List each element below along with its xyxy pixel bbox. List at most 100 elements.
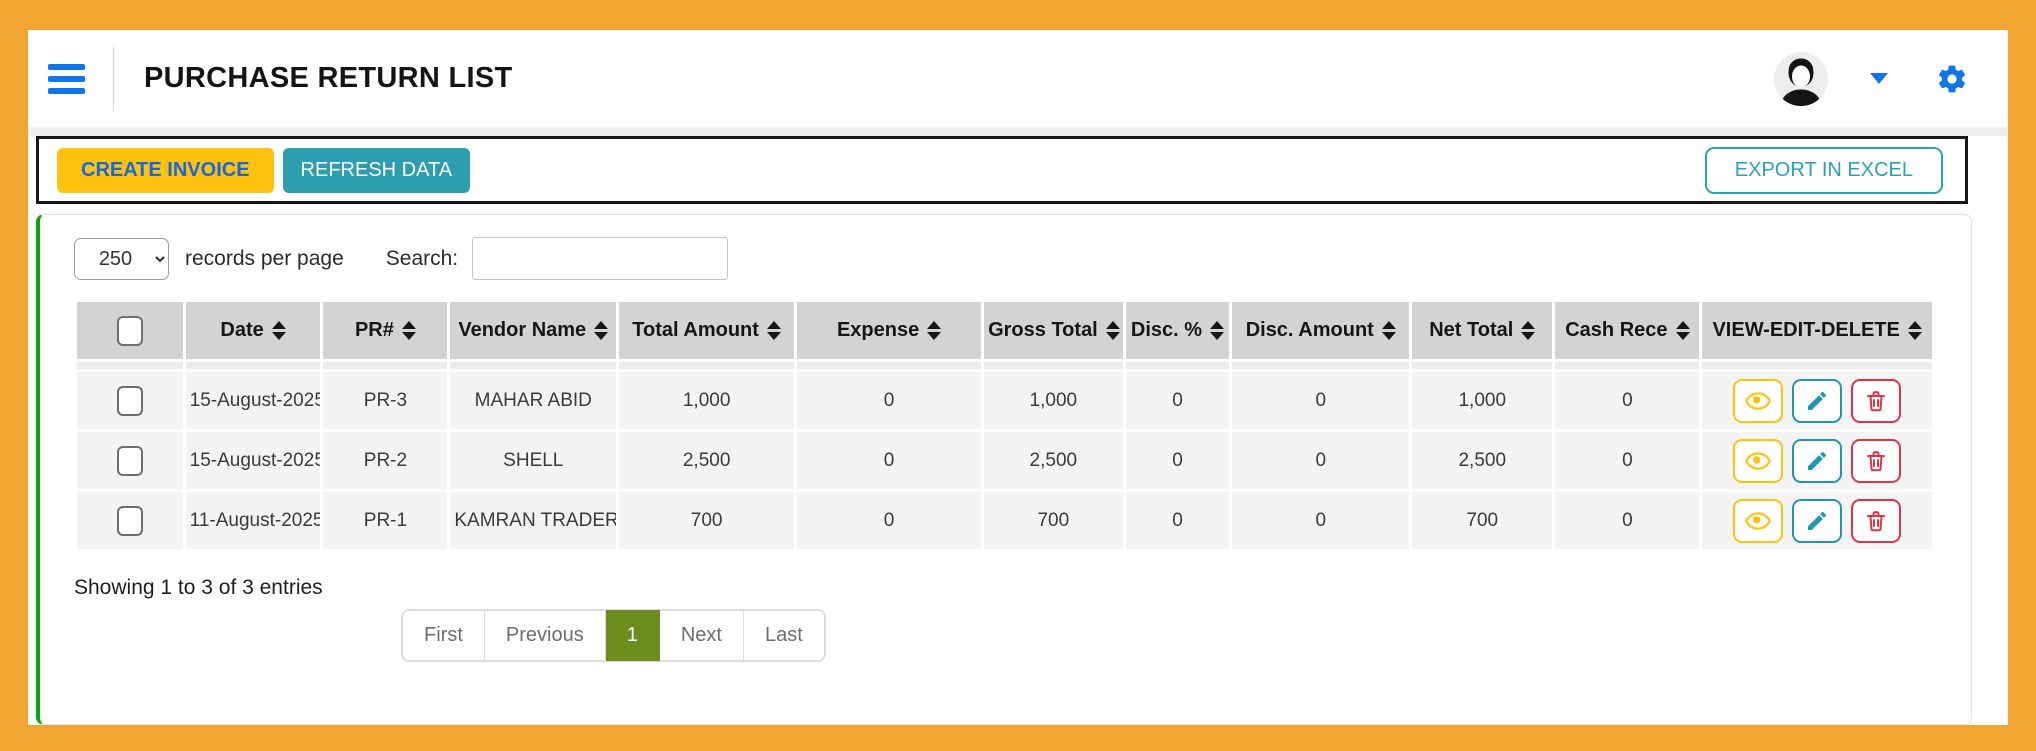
edit-button[interactable]	[1792, 498, 1843, 543]
col-header-net-total[interactable]: Net Total	[1412, 302, 1553, 359]
sort-updown-icon[interactable]	[766, 321, 781, 341]
cell-total-amount: 1,000	[619, 372, 795, 429]
hamburger-menu-icon[interactable]	[48, 63, 85, 94]
sort-updown-icon[interactable]	[1210, 321, 1225, 341]
settings-gear-icon[interactable]	[1936, 63, 1968, 95]
sort-updown-icon[interactable]	[594, 321, 609, 341]
sort-updown-icon[interactable]	[927, 321, 942, 341]
search-input[interactable]	[472, 237, 729, 280]
cell-net-total: 700	[1412, 492, 1553, 549]
select-all-header-cell	[77, 302, 183, 359]
cell-expense: 0	[797, 372, 982, 429]
cell-vendor: KAMRAN TRADERS	[450, 492, 617, 549]
sort-updown-icon[interactable]	[271, 321, 286, 341]
content-panel: 250 records per page Search: Date PR# Ve…	[36, 214, 1972, 725]
records-per-page-label: records per page	[185, 246, 344, 270]
cell-gross-total: 700	[984, 492, 1123, 549]
refresh-data-button[interactable]: REFRESH DATA	[282, 147, 471, 193]
cell-actions	[1702, 492, 1932, 549]
view-button[interactable]	[1733, 498, 1784, 543]
view-button[interactable]	[1733, 438, 1784, 483]
cell-date: 15-August-2025	[185, 432, 321, 489]
cell-date: 11-August-2025	[185, 492, 321, 549]
cell-expense: 0	[797, 492, 982, 549]
cell-disc-pct: 0	[1125, 492, 1230, 549]
col-header-vendor[interactable]: Vendor Name	[450, 302, 617, 359]
pagination-previous-button[interactable]: Previous	[484, 610, 606, 661]
cell-cash-rece: 0	[1555, 492, 1700, 549]
sort-updown-icon[interactable]	[1105, 321, 1120, 341]
records-per-page-select[interactable]: 250	[74, 237, 169, 280]
col-header-gross-total[interactable]: Gross Total	[984, 302, 1123, 359]
col-header-view-edit-delete[interactable]: VIEW-EDIT-DELETE	[1702, 302, 1932, 359]
sort-updown-icon[interactable]	[1381, 321, 1396, 341]
sort-updown-icon[interactable]	[1675, 321, 1690, 341]
col-header-expense[interactable]: Expense	[797, 302, 982, 359]
window-frame: PURCHASE RETURN LIST CREATE INVOICE REFR…	[0, 0, 2036, 751]
edit-button[interactable]	[1792, 438, 1843, 483]
table-row: 15-August-2025 PR-3 MAHAR ABID 1,000 0 1…	[77, 372, 1932, 429]
edit-button[interactable]	[1792, 378, 1843, 423]
select-all-checkbox[interactable]	[116, 315, 143, 346]
view-button[interactable]	[1733, 378, 1784, 423]
cell-expense: 0	[797, 432, 982, 489]
cell-net-total: 2,500	[1412, 432, 1553, 489]
cell-total-amount: 2,500	[619, 432, 795, 489]
purchase-return-table: Date PR# Vendor Name Total Amount Expens…	[74, 299, 1935, 552]
delete-button[interactable]	[1851, 438, 1902, 483]
col-header-cash-rece[interactable]: Cash Rece	[1555, 302, 1700, 359]
delete-button[interactable]	[1851, 378, 1902, 423]
col-header-date[interactable]: Date	[185, 302, 321, 359]
cell-disc-pct: 0	[1125, 432, 1230, 489]
pagination-last-button[interactable]: Last	[743, 610, 825, 661]
cell-disc-amount: 0	[1232, 372, 1410, 429]
pagination: First Previous 1 Next Last	[402, 610, 825, 661]
col-header-pr[interactable]: PR#	[323, 302, 448, 359]
cell-actions	[1702, 432, 1932, 489]
cell-pr: PR-2	[323, 432, 448, 489]
cell-cash-rece: 0	[1555, 432, 1700, 489]
pagination-next-button[interactable]: Next	[659, 610, 744, 661]
pagination-first-button[interactable]: First	[402, 610, 485, 661]
cell-pr: PR-1	[323, 492, 448, 549]
col-header-total-amount[interactable]: Total Amount	[619, 302, 795, 359]
cell-vendor: SHELL	[450, 432, 617, 489]
cell-disc-amount: 0	[1232, 492, 1410, 549]
row-checkbox[interactable]	[116, 385, 143, 416]
header-spacer-row	[77, 362, 1932, 369]
row-select-cell	[77, 372, 183, 429]
page-title: PURCHASE RETURN LIST	[144, 62, 513, 94]
search-label: Search:	[385, 246, 459, 270]
row-select-cell	[77, 492, 183, 549]
top-header: PURCHASE RETURN LIST	[28, 30, 2008, 127]
export-excel-button[interactable]: EXPORT IN EXCEL	[1704, 146, 1943, 194]
app-page: PURCHASE RETURN LIST CREATE INVOICE REFR…	[28, 30, 2008, 725]
sort-updown-icon[interactable]	[1521, 321, 1536, 341]
cell-pr: PR-3	[323, 372, 448, 429]
row-checkbox[interactable]	[116, 445, 143, 476]
table-info: Showing 1 to 3 of 3 entries	[74, 576, 323, 599]
delete-button[interactable]	[1851, 498, 1902, 543]
profile-chevron-down-icon[interactable]	[1870, 73, 1888, 84]
sort-updown-icon[interactable]	[1907, 321, 1922, 341]
cell-disc-amount: 0	[1232, 432, 1410, 489]
col-header-disc-pct[interactable]: Disc. %	[1125, 302, 1230, 359]
cell-total-amount: 700	[619, 492, 795, 549]
pagination-page-1-button[interactable]: 1	[605, 610, 660, 661]
user-avatar[interactable]	[1774, 51, 1828, 106]
table-row: 11-August-2025 PR-1 KAMRAN TRADERS 700 0…	[77, 492, 1932, 549]
cell-date: 15-August-2025	[185, 372, 321, 429]
table-controls: 250 records per page Search:	[74, 237, 1935, 280]
row-select-cell	[77, 432, 183, 489]
cell-vendor: MAHAR ABID	[450, 372, 617, 429]
cell-net-total: 1,000	[1412, 372, 1553, 429]
cell-gross-total: 2,500	[984, 432, 1123, 489]
sort-updown-icon[interactable]	[401, 321, 416, 341]
row-checkbox[interactable]	[116, 505, 143, 536]
cell-gross-total: 1,000	[984, 372, 1123, 429]
cell-actions	[1702, 372, 1932, 429]
col-header-disc-amount[interactable]: Disc. Amount	[1232, 302, 1410, 359]
table-header-row: Date PR# Vendor Name Total Amount Expens…	[77, 302, 1932, 359]
cell-cash-rece: 0	[1555, 372, 1700, 429]
create-invoice-button[interactable]: CREATE INVOICE	[57, 147, 274, 193]
